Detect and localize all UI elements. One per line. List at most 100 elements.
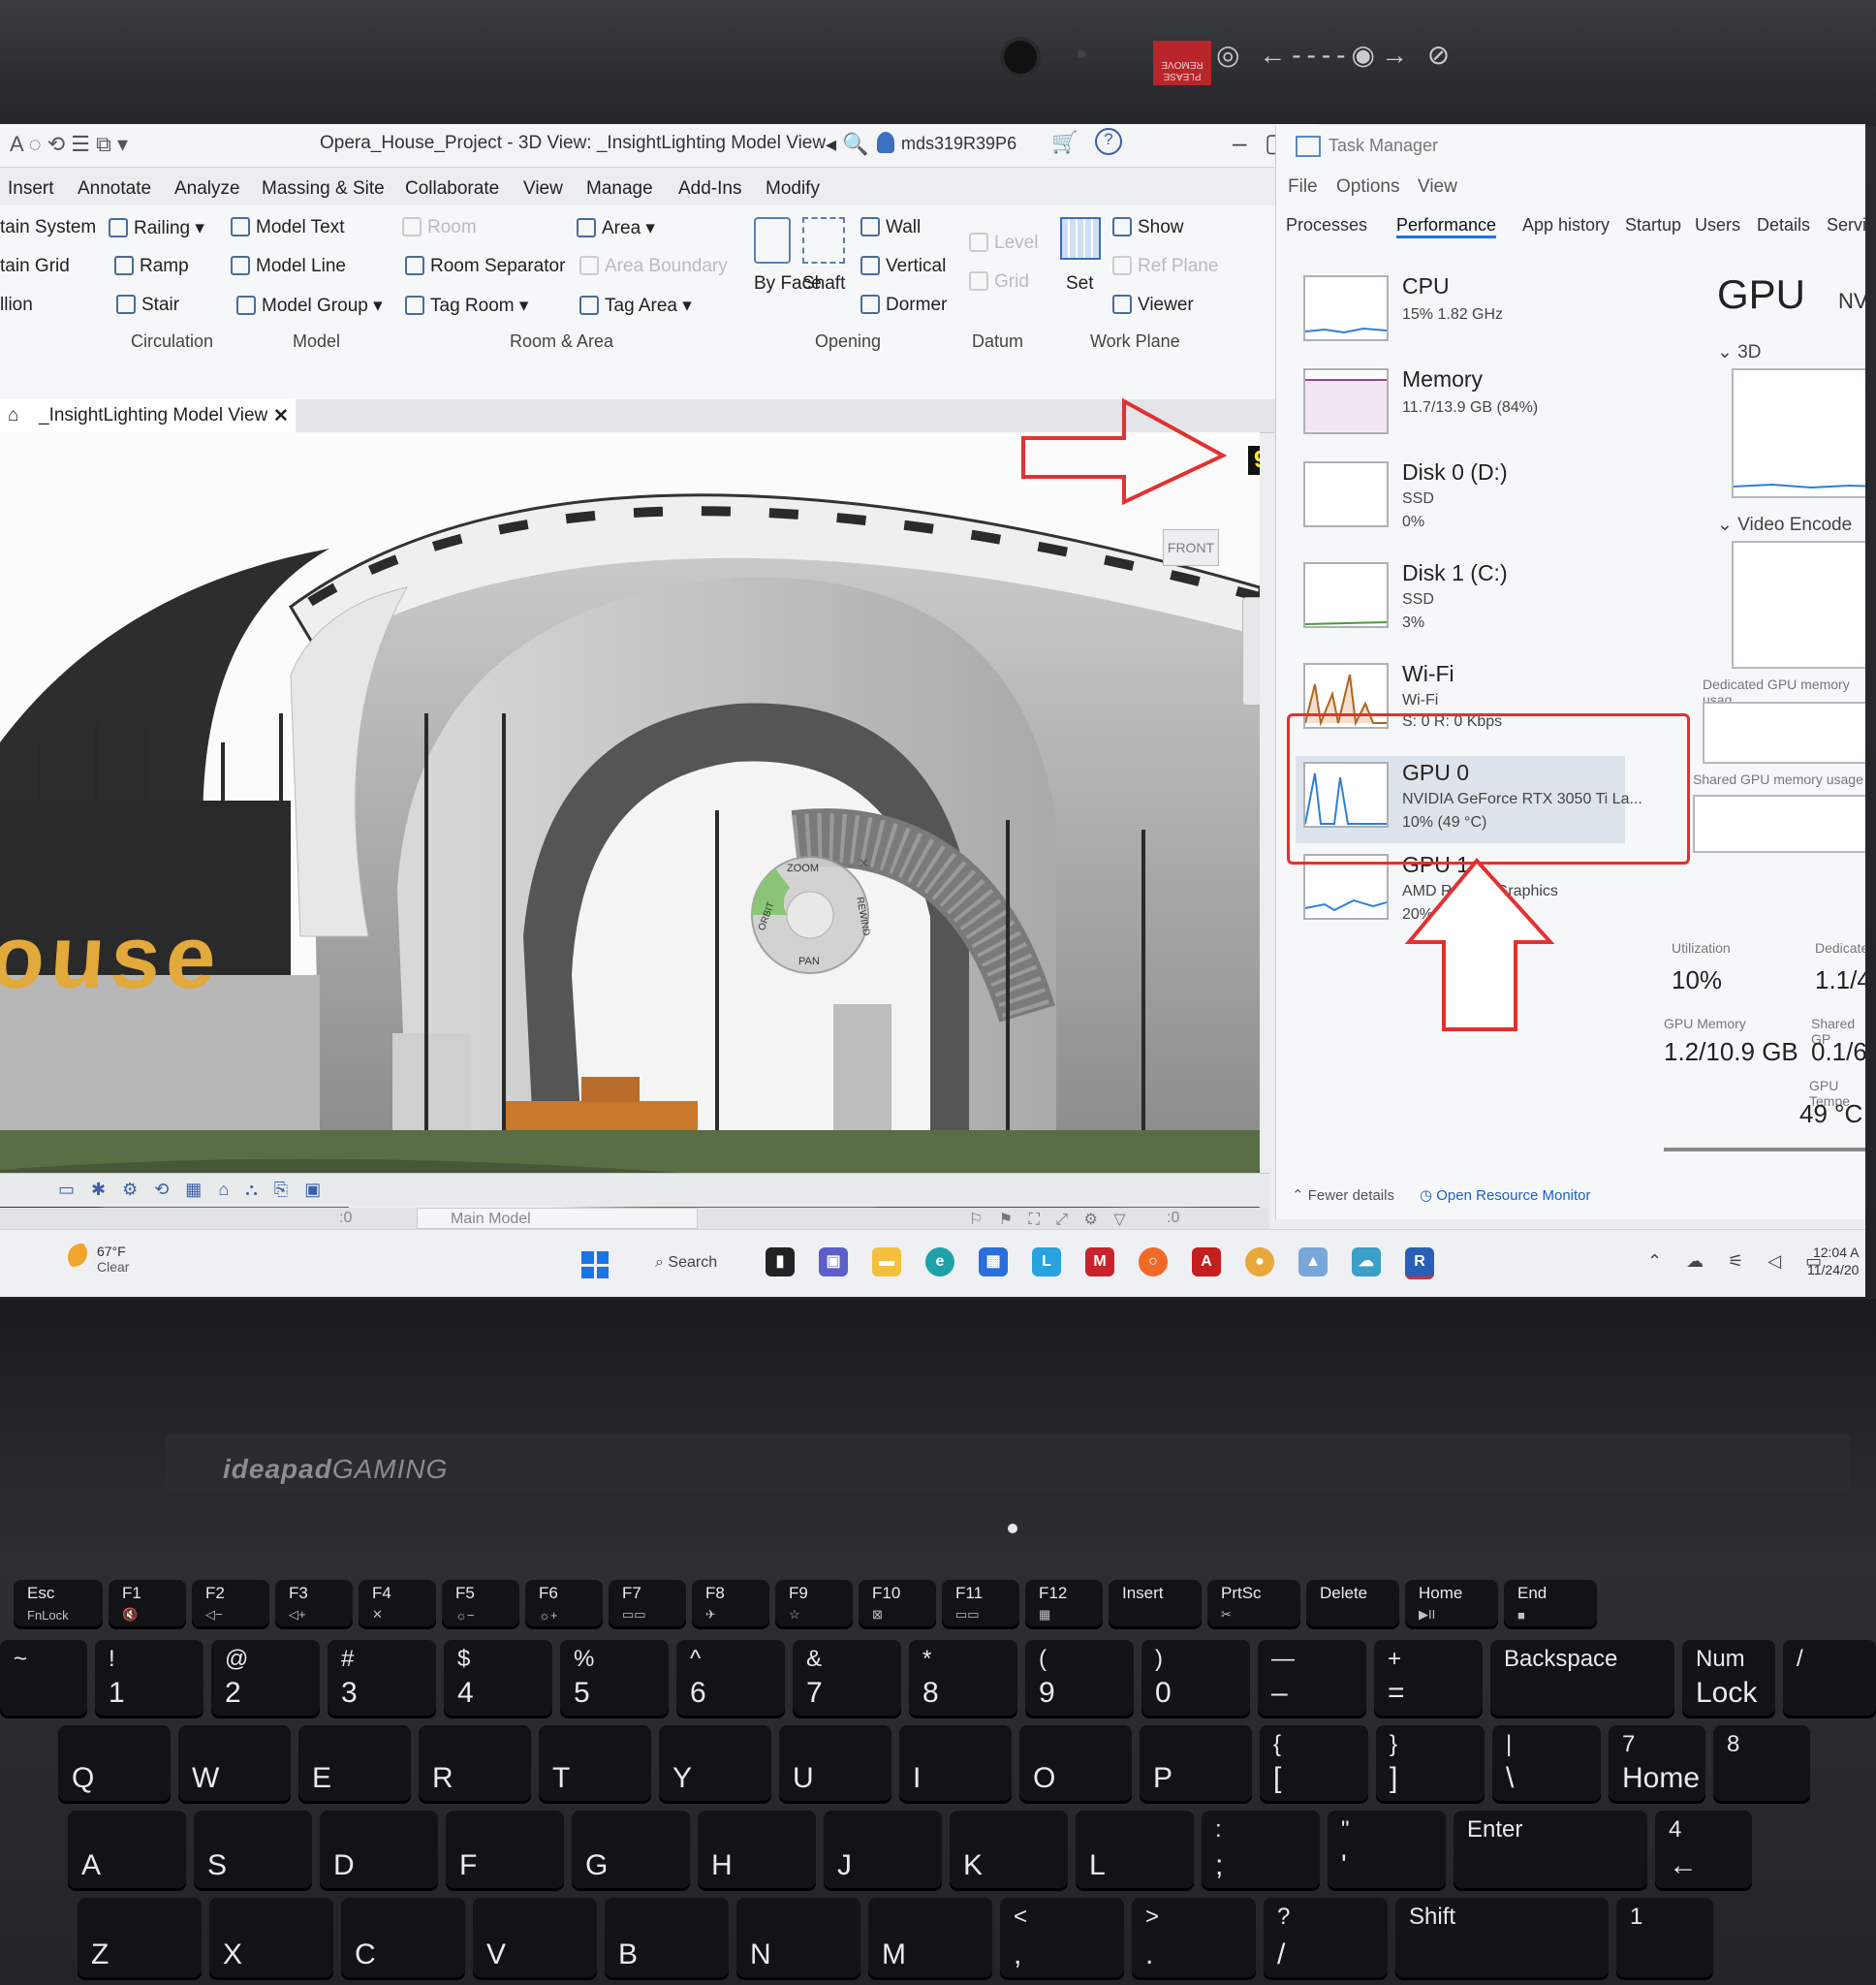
- key-fn-8[interactable]: F8 ✈: [692, 1580, 769, 1626]
- key-fn-15[interactable]: Delete: [1306, 1580, 1399, 1626]
- key-a-11[interactable]: Enter: [1454, 1811, 1647, 1888]
- key-q-8[interactable]: O: [1019, 1725, 1132, 1801]
- key-fn-6[interactable]: F6 ☼+: [525, 1580, 603, 1626]
- key-top-label: }: [1390, 1731, 1398, 1757]
- key-num-11[interactable]: — –: [1258, 1640, 1366, 1716]
- key-num-2[interactable]: @2: [211, 1640, 320, 1716]
- power-led: [1008, 1524, 1017, 1533]
- key-a-0[interactable]: A: [68, 1811, 186, 1888]
- key-top-label: 4: [1669, 1816, 1682, 1843]
- key-z-0[interactable]: Z: [78, 1898, 202, 1977]
- key-q-12[interactable]: | \: [1492, 1725, 1601, 1801]
- key-bottom-label: F: [459, 1849, 478, 1881]
- key-z-6[interactable]: M: [868, 1898, 992, 1977]
- key-fn-17[interactable]: End ■: [1504, 1580, 1597, 1626]
- key-a-9[interactable]: :;: [1202, 1811, 1320, 1888]
- keyboard: Esc FnLock F1 🔇 F2 ◁− F3 ◁+ F4 ✕ F5 ☼− F6 ☼+ F7 ▭▭ F8 ✈ F9…: [0, 1570, 1876, 1985]
- key-q-14[interactable]: 8: [1713, 1725, 1810, 1801]
- key-fn-7[interactable]: F7 ▭▭: [609, 1580, 686, 1626]
- key-q-9[interactable]: P: [1140, 1725, 1252, 1801]
- key-q-6[interactable]: U: [779, 1725, 891, 1801]
- key-num-3[interactable]: #3: [328, 1640, 436, 1716]
- key-bottom-label: E: [312, 1762, 332, 1794]
- key-q-1[interactable]: W: [178, 1725, 291, 1801]
- key-a-12[interactable]: 4 ←: [1655, 1811, 1752, 1888]
- key-bottom-label: Home: [1622, 1762, 1701, 1794]
- key-z-2[interactable]: C: [341, 1898, 465, 1977]
- key-a-8[interactable]: L: [1076, 1811, 1194, 1888]
- key-z-11[interactable]: 1: [1616, 1898, 1713, 1977]
- key-bottom-label: U: [793, 1762, 814, 1794]
- key-fn-13[interactable]: Insert: [1109, 1580, 1202, 1626]
- key-bottom-label: K: [963, 1849, 984, 1881]
- key-bottom-label: R: [432, 1762, 453, 1794]
- key-num-15[interactable]: /: [1783, 1640, 1876, 1716]
- key-a-6[interactable]: J: [824, 1811, 942, 1888]
- key-top-label: &: [806, 1646, 823, 1672]
- key-z-4[interactable]: B: [605, 1898, 729, 1977]
- key-bottom-label: ,: [1014, 1938, 1022, 1970]
- key-bottom-label: ◁+: [289, 1607, 306, 1622]
- key-fn-1[interactable]: F1 🔇: [109, 1580, 186, 1626]
- key-num-9[interactable]: (9: [1025, 1640, 1134, 1716]
- key-a-3[interactable]: F: [446, 1811, 564, 1888]
- key-bottom-label: W: [192, 1762, 220, 1794]
- key-top-label: Backspace: [1504, 1646, 1618, 1672]
- key-top-label: F11: [955, 1584, 984, 1602]
- key-q-11[interactable]: }]: [1376, 1725, 1485, 1801]
- key-a-5[interactable]: H: [698, 1811, 816, 1888]
- key-fn-3[interactable]: F3 ◁+: [275, 1580, 353, 1626]
- key-fn-16[interactable]: Home ▶II: [1405, 1580, 1498, 1626]
- key-bottom-label: S: [207, 1849, 228, 1881]
- key-fn-2[interactable]: F2 ◁−: [192, 1580, 269, 1626]
- key-fn-14[interactable]: PrtSc ✂: [1207, 1580, 1300, 1626]
- key-bottom-label: P: [1153, 1762, 1173, 1794]
- key-num-5[interactable]: % 5: [560, 1640, 669, 1716]
- key-num-12[interactable]: + =: [1374, 1640, 1483, 1716]
- key-q-7[interactable]: I: [899, 1725, 1012, 1801]
- key-fn-4[interactable]: F4 ✕: [359, 1580, 436, 1626]
- key-q-13[interactable]: 7 Home: [1609, 1725, 1705, 1801]
- key-fn-10[interactable]: F10 ⊠: [859, 1580, 936, 1626]
- key-z-5[interactable]: N: [736, 1898, 860, 1977]
- key-top-label: >: [1145, 1904, 1160, 1930]
- key-top-label: 8: [1727, 1731, 1740, 1757]
- arrow-right-to-fps: [1021, 397, 1228, 506]
- key-a-1[interactable]: S: [194, 1811, 312, 1888]
- key-q-2[interactable]: E: [298, 1725, 411, 1801]
- key-z-10[interactable]: Shift: [1395, 1898, 1609, 1977]
- key-num-0[interactable]: ~: [0, 1640, 87, 1716]
- arrow-up-to-gpu: [1404, 857, 1555, 1031]
- key-a-10[interactable]: " ': [1328, 1811, 1446, 1888]
- key-num-4[interactable]: $4: [444, 1640, 552, 1716]
- key-fn-5[interactable]: F5 ☼−: [442, 1580, 519, 1626]
- key-num-1[interactable]: ! 1: [95, 1640, 203, 1716]
- key-top-label: ~: [14, 1646, 28, 1672]
- key-z-8[interactable]: >.: [1132, 1898, 1256, 1977]
- key-fn-12[interactable]: F12 ▦: [1025, 1580, 1103, 1626]
- key-fn-0[interactable]: Esc FnLock: [14, 1580, 103, 1626]
- key-q-10[interactable]: {[: [1260, 1725, 1368, 1801]
- key-num-8[interactable]: * 8: [909, 1640, 1017, 1716]
- key-fn-9[interactable]: F9 ☆: [775, 1580, 853, 1626]
- key-a-7[interactable]: K: [950, 1811, 1068, 1888]
- key-z-7[interactable]: <,: [1000, 1898, 1124, 1977]
- key-num-6[interactable]: ^ 6: [676, 1640, 785, 1716]
- key-num-7[interactable]: & 7: [793, 1640, 901, 1716]
- key-q-4[interactable]: T: [539, 1725, 651, 1801]
- key-num-13[interactable]: Backspace: [1490, 1640, 1674, 1716]
- key-fn-11[interactable]: F11 ▭▭: [942, 1580, 1019, 1626]
- key-z-1[interactable]: X: [209, 1898, 333, 1977]
- key-a-2[interactable]: D: [320, 1811, 438, 1888]
- key-top-label: Shift: [1409, 1904, 1456, 1930]
- key-q-0[interactable]: Q: [58, 1725, 171, 1801]
- key-q-3[interactable]: R: [419, 1725, 531, 1801]
- key-num-10[interactable]: ) 0: [1141, 1640, 1250, 1716]
- key-bottom-label: J: [837, 1849, 852, 1881]
- key-a-4[interactable]: G: [572, 1811, 690, 1888]
- key-top-label: $: [457, 1646, 471, 1672]
- key-z-3[interactable]: V: [473, 1898, 597, 1977]
- key-num-14[interactable]: Num Lock: [1682, 1640, 1775, 1716]
- key-q-5[interactable]: Y: [659, 1725, 771, 1801]
- key-z-9[interactable]: ? /: [1264, 1898, 1388, 1977]
